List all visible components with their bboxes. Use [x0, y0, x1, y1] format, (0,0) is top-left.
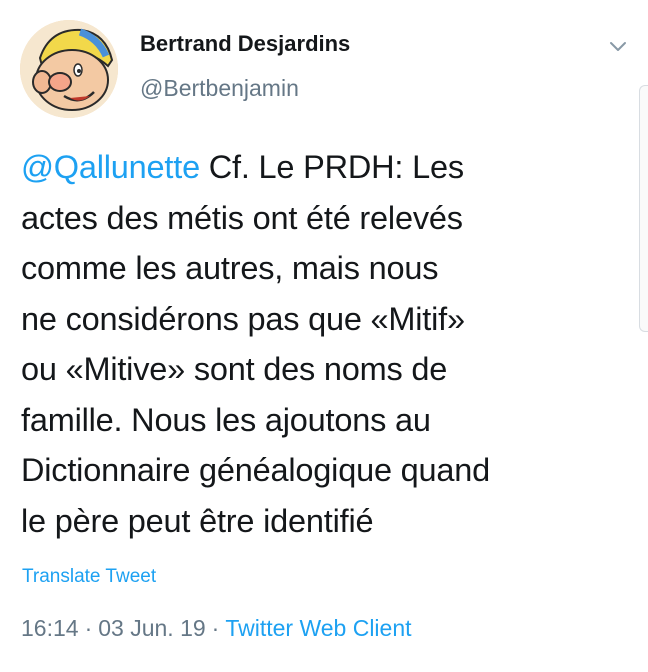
- tweet-date: 03 Jun. 19: [98, 615, 206, 641]
- tweet-line-5: ou «Mitive» sont des noms de: [21, 351, 448, 387]
- tweet-line-6: famille. Nous les ajoutons au: [21, 401, 431, 438]
- tweet-text: @Qallunette Cf. Le PRDH: Les actes des m…: [21, 142, 621, 546]
- cartoon-character-icon: [20, 20, 118, 118]
- tweet-time: 16:14: [21, 615, 79, 641]
- author-handle[interactable]: @Bertbenjamin: [140, 75, 299, 102]
- chevron-down-icon[interactable]: [606, 34, 630, 58]
- tweet-line-1: @Qallunette Cf. Le PRDH: Les: [21, 142, 621, 193]
- author-display-name[interactable]: Bertrand Desjardins: [140, 31, 350, 57]
- tweet-source-link[interactable]: Twitter Web Client: [225, 615, 411, 641]
- meta-separator: ·: [84, 615, 93, 641]
- meta-separator: ·: [211, 615, 220, 641]
- tweet-line-8: le père peut être identifié: [21, 502, 374, 539]
- tweet-line-4: ne considérons pas que «Mitif»: [21, 300, 465, 337]
- scrollbar[interactable]: [639, 85, 648, 332]
- translate-tweet-link[interactable]: Translate Tweet: [22, 566, 156, 588]
- tweet-line-1-text: Cf. Le PRDH: Les: [199, 149, 464, 185]
- tweet-line-3: comme les autres, mais nous: [21, 250, 439, 286]
- tweet-card: Bertrand Desjardins @Bertbenjamin @Qallu…: [0, 0, 648, 672]
- mention-link[interactable]: @Qallunette: [21, 149, 200, 185]
- avatar[interactable]: [20, 20, 118, 118]
- tweet-line-2: actes des métis ont été relevés: [21, 199, 463, 236]
- tweet-line-7: Dictionnaire généalogique quand: [21, 452, 491, 488]
- tweet-meta: 16:14 · 03 Jun. 19 · Twitter Web Client: [21, 615, 412, 642]
